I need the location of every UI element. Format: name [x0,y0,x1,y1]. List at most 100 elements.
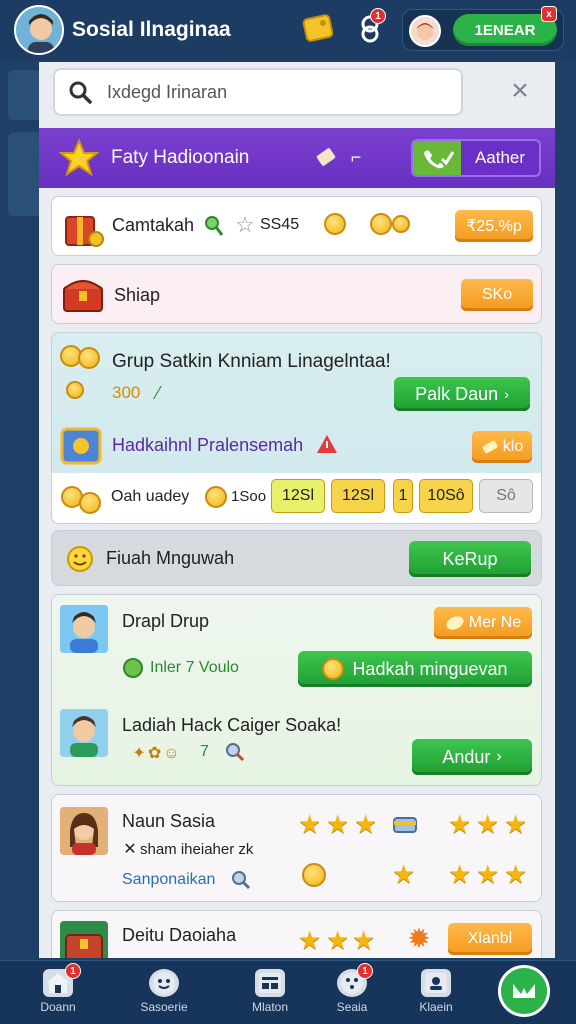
player-card[interactable]: Deitu Daoiaha ★ ★ ★ ✹ Xlanbl [51,910,542,958]
friend-badge-button[interactable]: Mer Ne [434,607,532,639]
star-icon: ★ [504,859,528,889]
coin-icon [66,381,84,399]
app-title: Sosial Ilnaginaa [72,18,231,41]
group-amount: 300 [112,383,141,402]
coupon-icon[interactable] [300,10,336,46]
player-extra: Sanponaikan [122,871,216,888]
reward-chip[interactable]: 12Sl [331,479,385,513]
highlight-button[interactable]: klo [472,431,532,463]
daily-value: 1Soo [231,488,267,505]
reward-chip[interactable]: 1 [393,479,413,513]
search-input[interactable]: Ixdegd Irinaran [107,82,227,103]
nav-item-search[interactable]: 1 Seaia [312,961,392,1024]
shop-price-button[interactable]: SKo [461,279,533,311]
gift-box-icon [58,205,104,249]
join-group-label: Palk Daun [415,383,499,404]
search-icon [67,79,93,105]
leaf-icon [122,657,144,679]
player-avatar[interactable] [60,921,108,958]
coin-icon [78,347,100,369]
star-icon: ★ [476,809,500,839]
banner-other-button[interactable]: Aather [411,139,541,177]
player-name: Naun Sasia [122,811,216,831]
friends-card: Drapl Drup Mer Ne Inler 7 Voulo Hadkah m… [51,594,542,786]
profile-card-icon [421,969,451,997]
coin-stack-icon [324,213,346,235]
friend-action-button[interactable]: Hadkah minguevan [298,651,532,687]
nav-item-social[interactable]: Sasoerie [124,961,204,1024]
nav-item-account[interactable]: Klaein [396,961,476,1024]
friend-next-label: Andur [442,746,491,767]
join-group-button[interactable]: Palk Daun › [394,377,530,411]
controller-icon [509,978,539,1004]
banner-title: Faty Hadioonain [111,147,250,168]
close-icon[interactable]: × [505,76,535,106]
shop-row[interactable]: Shiap SKo [51,264,542,324]
nav-item-board[interactable]: Mlaton [230,961,310,1024]
daily-label: Oah uadey [111,488,190,505]
star-icon: ★ [298,809,322,839]
section-button[interactable]: KeRup [409,541,531,577]
glasses-icon: ⌐ [350,146,362,167]
nav-label: Sasoerie [140,1000,188,1014]
star-icon [59,138,99,178]
featured-banner[interactable]: Faty Hadioonain ⌐ Aather [39,128,555,188]
friend-name: Ladiah Hack Caiger Soaka! [122,715,342,735]
star-icon: ★ [448,809,472,839]
notification-badge: 1 [370,8,386,24]
profile-avatar[interactable] [14,5,64,55]
coin-icon [370,213,392,235]
player-action-button[interactable]: Xlanbl [448,923,532,955]
price-button[interactable]: ₹25.%p [455,210,533,242]
nav-badge: 1 [65,963,81,979]
trophy-card-icon [60,427,102,465]
coin-icon [79,492,101,514]
friend-avatar[interactable] [60,709,108,757]
treasure-chest-icon [60,273,106,317]
reward-chip[interactable]: 12Sl [271,479,325,513]
highlight-button-label: klo [502,438,524,455]
background-home-tab [8,70,42,120]
chevron-right-icon: › [496,748,502,765]
chevron-right-icon: › [504,386,509,402]
nav-item-home[interactable]: 1 Doann [18,961,98,1024]
search-bar[interactable]: Ixdegd Irinaran [53,68,463,116]
friend-avatar[interactable] [60,605,108,653]
reward-chip[interactable]: 10Sô [419,479,473,513]
chat-face-icon [149,969,179,997]
section-header: Fiuah Mnguwah KeRup [51,530,542,586]
background-side-card [8,132,42,216]
star-icon: ★ [504,809,528,839]
star-icon: ★ [476,859,500,889]
item-row[interactable]: Camtakah ☆ SS45 ₹25.%p [51,196,542,256]
friend-avatar-icon [409,15,441,47]
dice-face-icon: 1 [337,963,373,997]
friend-status: 7 [200,743,209,760]
player-status: sham iheiaher zk [140,841,254,858]
leaf-icon: ⁄ [156,382,160,403]
notifications-icon[interactable]: 1 [352,8,388,46]
coin-icon [322,658,345,680]
coin-stack-icon [302,863,326,887]
friend-action-label: Hadkah minguevan [352,658,508,679]
home-icon: 1 [43,963,81,997]
dismiss-badge[interactable]: x [541,6,557,22]
item-stars: SS45 [260,216,300,233]
friend-next-button[interactable]: Andur › [412,739,532,775]
ticket-icon [445,614,465,632]
player-avatar[interactable] [60,807,108,855]
coin-icon [205,486,227,508]
magnifier-icon [230,869,252,891]
top-bar: Sosial Ilnaginaa 1 1ENEAR x [0,0,576,60]
reward-chip-locked[interactable]: Sô [479,479,533,513]
games-fab-button[interactable] [498,965,550,1017]
alert-icon [316,433,338,455]
star-icon: ★ [326,809,350,839]
sun-badge-icon: ✹ [407,922,431,954]
section-title: Fiuah Mnguwah [106,548,235,568]
player-card[interactable]: Naun Sasia ✕ sham iheiaher zk Sanponaika… [51,794,542,902]
nav-label: Klaein [419,1000,453,1014]
phone-icon [413,141,461,175]
star-icon: ★ [352,925,376,955]
nav-label: Doann [40,1000,76,1014]
